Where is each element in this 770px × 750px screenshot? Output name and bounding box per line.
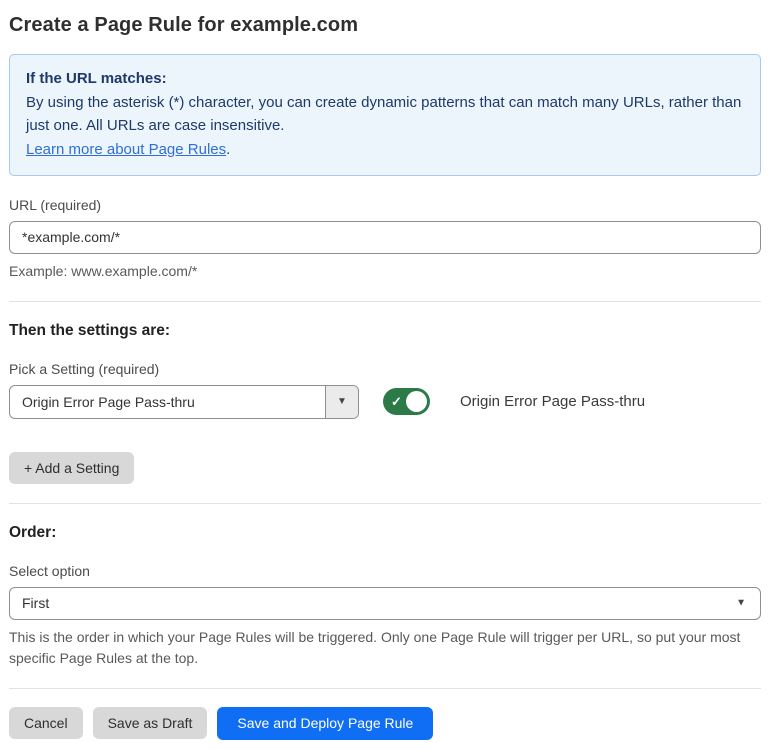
save-and-deploy-button[interactable]: Save and Deploy Page Rule: [217, 706, 434, 740]
link-period: .: [226, 141, 231, 159]
setting-toggle-group: ✓ Origin Error Page Pass-thru: [383, 388, 646, 416]
divider: [9, 300, 761, 302]
footer-buttons: Cancel Save as Draft Save and Deploy Pag…: [9, 706, 761, 740]
url-input[interactable]: [9, 220, 761, 254]
order-helper-text: This is the order in which your Page Rul…: [9, 628, 741, 666]
dropdown-arrow-button[interactable]: ▼: [325, 385, 358, 418]
url-match-info-box: If the URL matches: By using the asteris…: [9, 54, 761, 176]
info-box-body: By using the asterisk (*) character, you…: [26, 93, 742, 135]
learn-more-link[interactable]: Learn more about Page Rules: [26, 141, 226, 158]
order-select-value: First: [22, 595, 50, 612]
order-select-label: Select option: [9, 562, 90, 579]
create-page-rule-form: Create a Page Rule for example.com If th…: [0, 0, 770, 750]
order-section-heading: Order:: [9, 523, 57, 541]
setting-dropdown-value: Origin Error Page Pass-thru: [22, 393, 195, 410]
chevron-down-icon: ▼: [337, 396, 347, 408]
check-icon: ✓: [391, 393, 402, 409]
toggle-label: Origin Error Page Pass-thru: [460, 393, 646, 411]
save-as-draft-button[interactable]: Save as Draft: [92, 707, 208, 740]
divider: [9, 502, 761, 504]
add-setting-button[interactable]: + Add a Setting: [9, 451, 135, 484]
pick-setting-label: Pick a Setting (required): [9, 360, 160, 377]
origin-error-toggle[interactable]: ✓: [383, 388, 430, 416]
order-select[interactable]: First ▼: [9, 586, 761, 620]
divider: [9, 687, 761, 689]
chevron-down-icon: ▼: [736, 597, 746, 609]
cancel-button[interactable]: Cancel: [9, 707, 83, 740]
info-box-link-line: Learn more about Page Rules.: [26, 138, 744, 162]
setting-dropdown[interactable]: Origin Error Page Pass-thru ▼: [9, 384, 359, 419]
url-example-text: Example: www.example.com/*: [9, 262, 198, 279]
settings-section-heading: Then the settings are:: [9, 321, 171, 339]
url-field-label: URL (required): [9, 196, 102, 213]
setting-row: Origin Error Page Pass-thru ▼ ✓ Origin E…: [9, 384, 761, 419]
info-box-heading: If the URL matches:: [26, 70, 167, 87]
page-title: Create a Page Rule for example.com: [9, 14, 359, 36]
toggle-knob: [406, 391, 427, 413]
